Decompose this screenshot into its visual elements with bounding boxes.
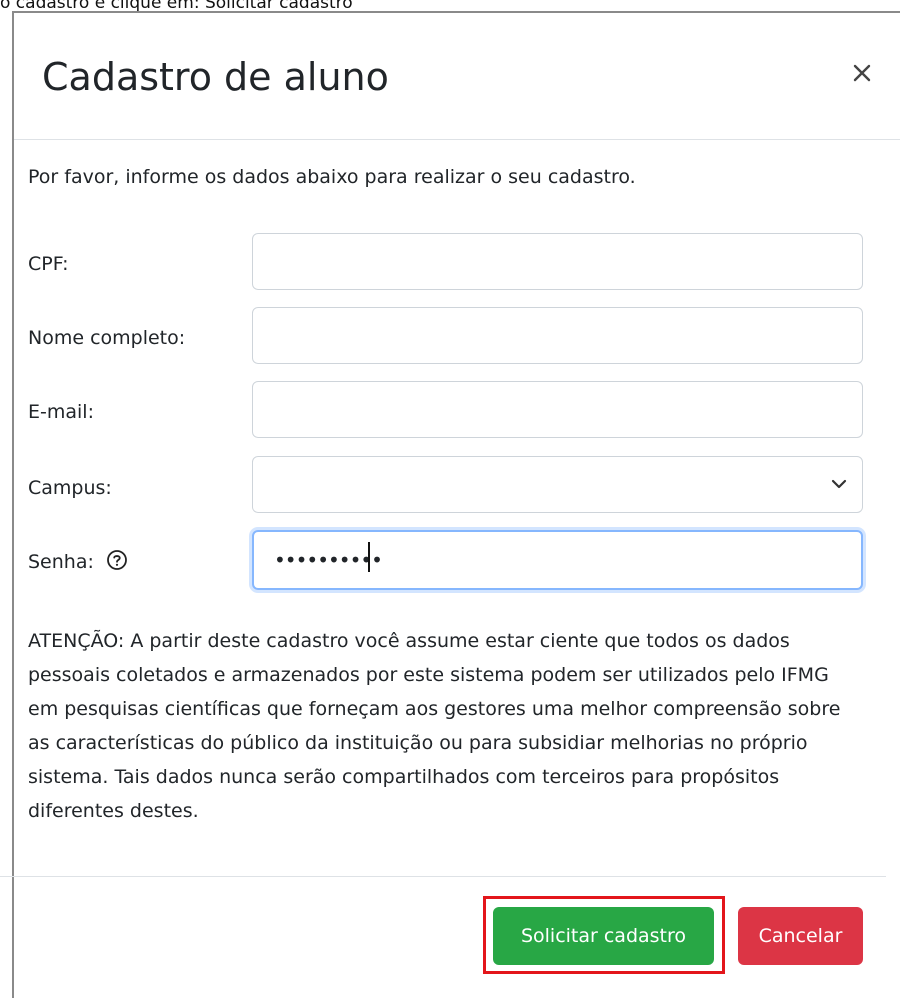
modal-header: Cadastro de aluno: [14, 13, 900, 140]
password-masked-value: ••••••••••: [274, 548, 383, 572]
campus-select[interactable]: [252, 456, 863, 513]
close-icon: [853, 64, 871, 82]
page: o cadastro e clique em: Solicitar cadast…: [0, 0, 900, 998]
question-circle-icon[interactable]: [106, 549, 128, 571]
text-cursor: [368, 542, 370, 572]
cancel-button[interactable]: Cancelar: [738, 907, 863, 965]
email-label: E-mail:: [28, 401, 94, 423]
password-label: Senha:: [28, 551, 94, 573]
full-name-input[interactable]: [252, 307, 863, 364]
privacy-notice: ATENÇÃO: A partir deste cadastro você as…: [28, 630, 841, 822]
modal-title: Cadastro de aluno: [42, 55, 389, 99]
campus-select-box[interactable]: [252, 456, 863, 513]
close-button[interactable]: [842, 53, 882, 93]
campus-label: Campus:: [28, 477, 112, 499]
submit-registration-button[interactable]: Solicitar cadastro: [493, 907, 714, 965]
email-input[interactable]: [252, 381, 863, 438]
intro-text: Por favor, informe os dados abaixo para …: [28, 166, 636, 188]
cpf-input[interactable]: [252, 233, 863, 290]
modal-footer: [0, 876, 886, 877]
full-name-label: Nome completo:: [28, 327, 186, 349]
cpf-label: CPF:: [28, 253, 69, 275]
